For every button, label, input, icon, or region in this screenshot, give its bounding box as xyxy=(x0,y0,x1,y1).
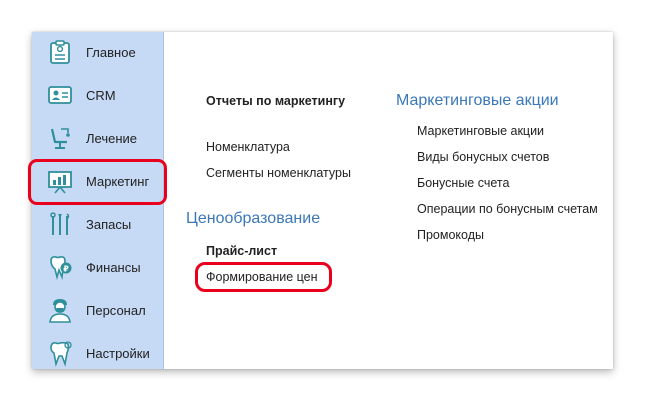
highlight-marketing xyxy=(28,159,167,205)
sidebar-item-finance[interactable]: ₽ Финансы xyxy=(32,249,163,285)
doctor-icon xyxy=(49,299,71,323)
bonus-operations-link[interactable]: Операции по бонусным счетам xyxy=(417,202,598,216)
sidebar-item-staff[interactable]: Персонал xyxy=(32,292,163,328)
sidebar-item-label: CRM xyxy=(86,87,116,103)
sidebar-item-treatment[interactable]: Лечение xyxy=(32,120,163,156)
promo-link[interactable]: Маркетинговые акции xyxy=(417,124,544,138)
nomenclature-link[interactable]: Номенклатура xyxy=(206,140,290,154)
price-list-link[interactable]: Прайс-лист xyxy=(206,244,277,258)
main-content: Отчеты по маркетингу Номенклатура Сегмен… xyxy=(164,32,613,369)
tooth-coin-icon: ₽ xyxy=(50,256,72,281)
dental-chair-icon xyxy=(50,128,70,149)
sidebar-item-label: Главное xyxy=(86,44,136,60)
tooth-icon xyxy=(50,341,72,367)
sidebar-item-main[interactable]: Главное xyxy=(32,34,163,70)
reports-link[interactable]: Отчеты по маркетингу xyxy=(206,94,345,108)
sidebar-item-label: Лечение xyxy=(86,130,138,146)
app-window: Главное CRM Лечение Маркетинг Запасы ₽ Ф… xyxy=(28,32,613,371)
sidebar-item-label: Настройки xyxy=(86,345,150,361)
nomenclature-segments-link[interactable]: Сегменты номенклатуры xyxy=(206,166,351,180)
pricing-section-title: Ценообразование xyxy=(186,210,321,227)
svg-text:₽: ₽ xyxy=(63,265,69,274)
sidebar-item-label: Финансы xyxy=(86,259,141,275)
sidebar-item-label: Запасы xyxy=(86,216,132,232)
bonus-types-link[interactable]: Виды бонусных счетов xyxy=(417,150,549,164)
bonus-accounts-link[interactable]: Бонусные счета xyxy=(417,176,509,190)
sidebar-item-crm[interactable]: CRM xyxy=(32,77,163,113)
promo-section-title: Маркетинговые акции xyxy=(396,92,559,109)
sidebar-item-label: Персонал xyxy=(86,302,146,318)
dental-tools-icon xyxy=(50,212,70,235)
highlight-price-forming xyxy=(195,262,332,292)
checklist-icon xyxy=(50,40,70,64)
promocodes-link[interactable]: Промокоды xyxy=(417,228,484,242)
sidebar-item-stock[interactable]: Запасы xyxy=(32,206,163,242)
contact-card-icon xyxy=(48,86,72,104)
sidebar-item-settings[interactable]: Настройки xyxy=(32,335,163,371)
